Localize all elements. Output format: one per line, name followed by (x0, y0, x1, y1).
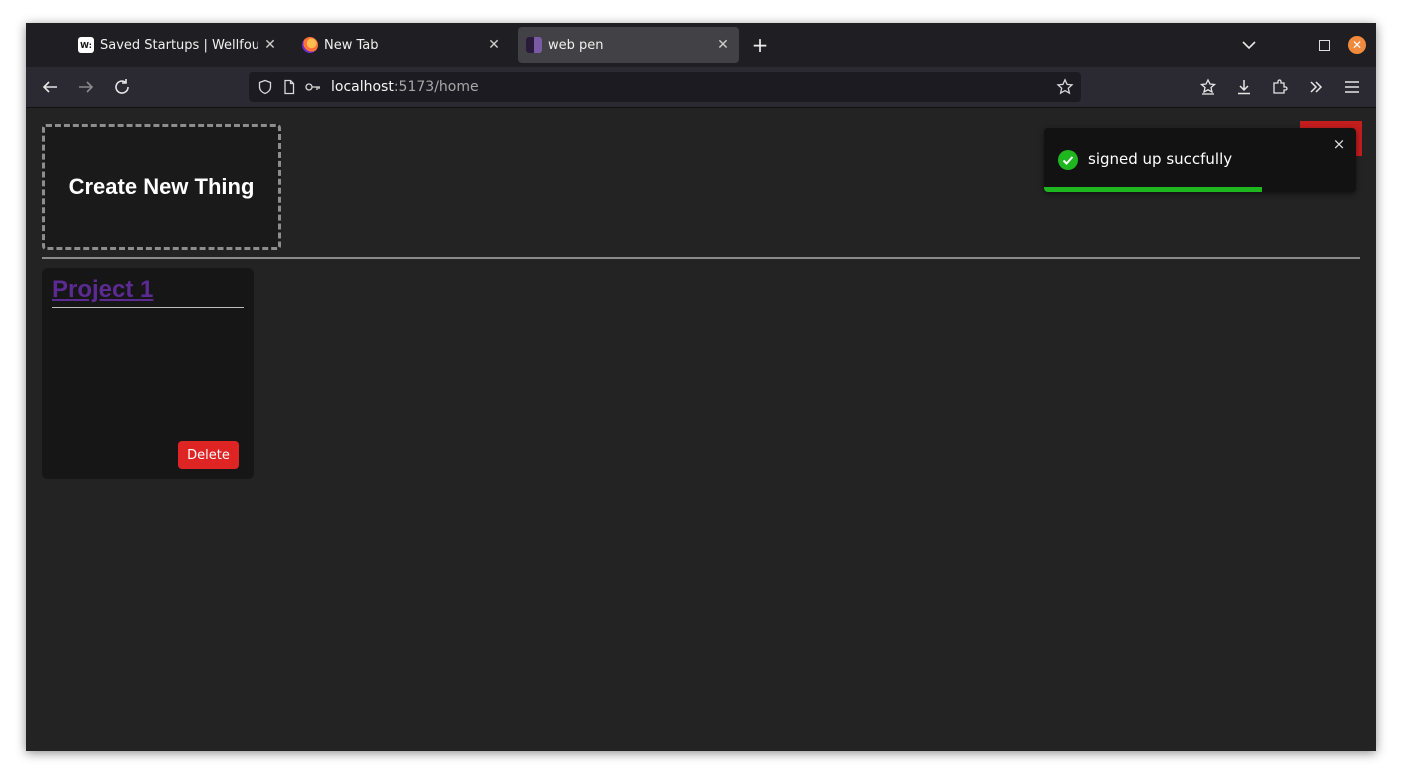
page-icon[interactable] (277, 75, 301, 99)
tab-wellfound[interactable]: W: Saved Startups | Wellfound ✕ (70, 27, 286, 63)
delete-button[interactable]: Delete (178, 441, 239, 469)
tab-title: Saved Startups | Wellfound (100, 37, 258, 53)
url-path: :5173/home (393, 79, 479, 95)
download-icon[interactable] (1232, 75, 1256, 99)
window-close-icon[interactable]: ✕ (1348, 36, 1366, 54)
wellfound-favicon-icon: W: (78, 37, 94, 53)
shield-icon[interactable] (253, 75, 277, 99)
firefox-favicon-icon (302, 37, 318, 53)
key-icon[interactable] (301, 75, 325, 99)
page-content: Create New Thing Project 1 Delete signed… (26, 108, 1376, 751)
navigation-bar: localhost:5173/home (26, 67, 1376, 108)
tab-web-pen[interactable]: web pen ✕ (518, 27, 739, 63)
tab-title: New Tab (324, 37, 379, 53)
pocket-icon[interactable] (1196, 75, 1220, 99)
url-host: localhost (331, 79, 394, 95)
hamburger-menu-icon[interactable] (1340, 75, 1364, 99)
divider (42, 257, 1360, 259)
url-text[interactable]: localhost:5173/home (331, 79, 1053, 95)
toast-progress-track (1044, 187, 1356, 192)
project-title-link[interactable]: Project 1 (52, 276, 244, 308)
tab-title: web pen (548, 37, 604, 53)
overflow-chevrons-icon[interactable] (1304, 75, 1328, 99)
project-card: Project 1 Delete (42, 268, 254, 479)
tab-close-icon[interactable]: ✕ (482, 37, 506, 53)
forward-arrow-icon[interactable] (74, 75, 98, 99)
tab-close-icon[interactable]: ✕ (711, 37, 735, 53)
url-bar[interactable]: localhost:5173/home (249, 72, 1081, 102)
toast-message: signed up succfully (1088, 150, 1233, 168)
new-tab-button[interactable]: + (748, 33, 772, 57)
browser-window: W: Saved Startups | Wellfound ✕ New Tab … (26, 23, 1376, 751)
reload-icon[interactable] (110, 75, 134, 99)
back-arrow-icon[interactable] (38, 75, 62, 99)
tab-strip: W: Saved Startups | Wellfound ✕ New Tab … (26, 23, 1376, 67)
toast-close-icon[interactable]: × (1331, 136, 1347, 152)
bookmark-star-icon[interactable] (1053, 75, 1077, 99)
tab-new-tab[interactable]: New Tab ✕ (294, 27, 510, 63)
tab-close-icon[interactable]: ✕ (258, 37, 282, 53)
extensions-puzzle-icon[interactable] (1268, 75, 1292, 99)
success-check-icon (1058, 150, 1078, 170)
window-maximize-icon[interactable] (1319, 40, 1330, 51)
toast-notification: signed up succfully × (1044, 128, 1356, 192)
tab-list-chevron-icon[interactable] (1239, 35, 1259, 55)
create-new-thing-button[interactable]: Create New Thing (42, 124, 281, 250)
webpen-favicon-icon (526, 37, 542, 53)
toast-progress-bar (1044, 187, 1263, 192)
